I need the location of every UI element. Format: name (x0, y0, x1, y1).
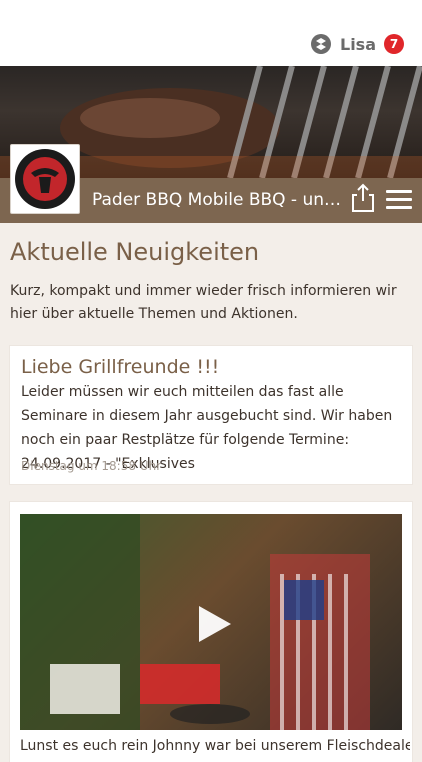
hamburger-menu-button[interactable] (386, 190, 412, 212)
news-date: Dienstag um 18:58 Uhr (21, 459, 162, 473)
user-menu[interactable]: Lisa 7 (310, 30, 404, 58)
play-icon[interactable] (191, 602, 235, 646)
video-card[interactable]: Lunst es euch rein Johnny war bei unsere… (10, 502, 412, 762)
video-thumbnail[interactable] (20, 514, 402, 730)
user-name[interactable]: Lisa (340, 35, 376, 54)
user-logo-icon (310, 33, 332, 55)
top-bar: Lisa 7 (0, 0, 422, 67)
app-title: Pader BBQ Mobile BBQ - und... (92, 190, 342, 210)
share-icon (352, 183, 374, 212)
notification-badge[interactable]: 7 (384, 34, 404, 54)
news-card[interactable]: Liebe Grillfreunde !!! Leider müssen wir… (10, 346, 412, 484)
page-title: Aktuelle Neuigkeiten (10, 238, 260, 266)
pader-bbq-logo (10, 144, 80, 214)
intro-text: Kurz, kompakt und immer wieder frisch in… (10, 283, 397, 322)
news-title[interactable]: Liebe Grillfreunde !!! (21, 356, 219, 378)
share-button[interactable] (350, 183, 376, 213)
video-caption: Lunst es euch rein Johnny war bei unsere… (20, 738, 410, 754)
